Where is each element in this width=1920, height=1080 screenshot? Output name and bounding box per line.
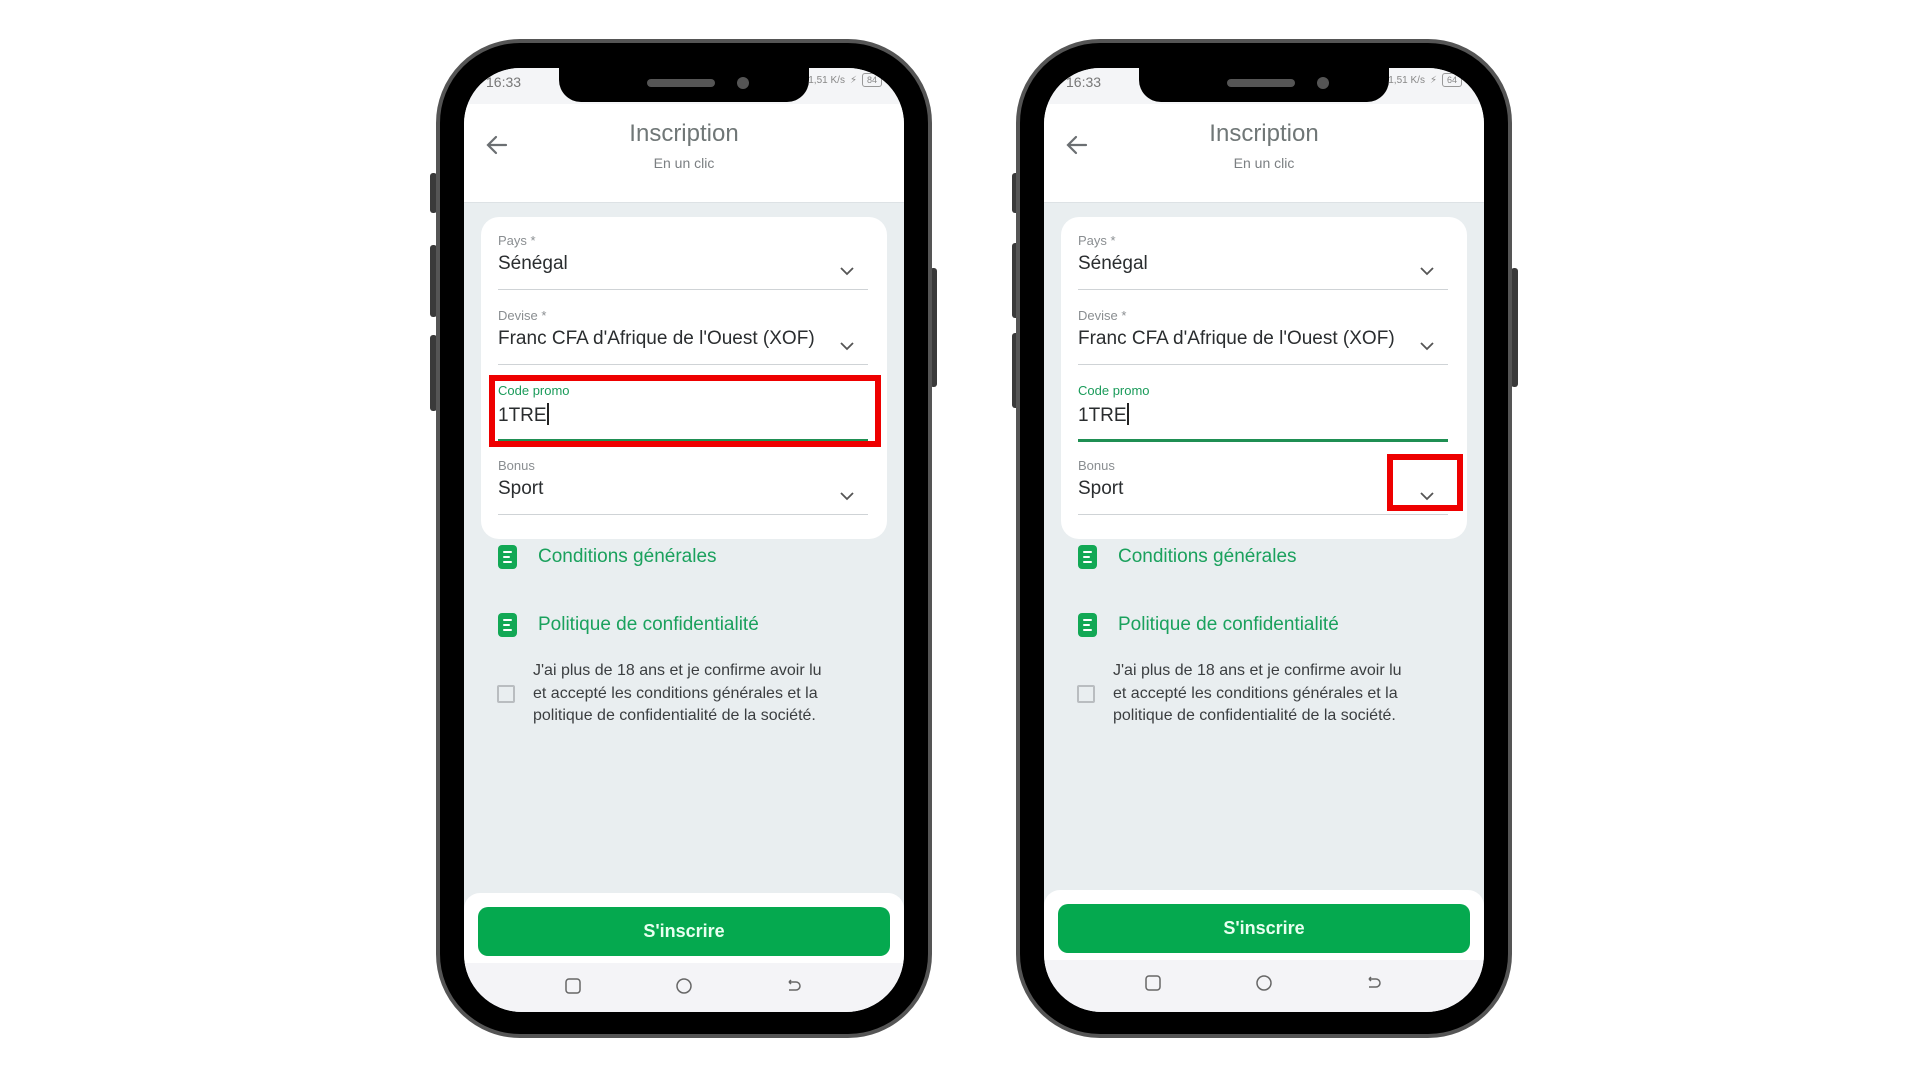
field-underline (1078, 364, 1448, 365)
country-label: Pays * (498, 233, 536, 248)
privacy-link-text[interactable]: Politique de confidentialité (1118, 614, 1339, 636)
charging-icon: ⚡ (1429, 74, 1437, 86)
front-camera (737, 77, 749, 89)
phone-power-button (1511, 268, 1518, 387)
phone-notch (1139, 68, 1389, 102)
currency-select[interactable]: Devise * Franc CFA d'Afrique de l'Ouest … (1078, 308, 1448, 365)
promo-code-label: Code promo (1078, 383, 1150, 398)
charging-icon: ⚡ (849, 74, 857, 86)
field-underline (1078, 514, 1448, 515)
back-nav-icon[interactable] (785, 977, 803, 995)
document-icon (1078, 545, 1097, 569)
field-underline (1078, 289, 1448, 290)
currency-select[interactable]: Devise * Franc CFA d'Afrique de l'Ouest … (498, 308, 868, 365)
red-highlight-box (1387, 454, 1463, 511)
page-subtitle: En un clic (653, 155, 715, 171)
currency-label: Devise * (1078, 308, 1127, 323)
promo-code-value: 1TRE (1078, 403, 1448, 429)
privacy-link-text[interactable]: Politique de confidentialité (538, 614, 759, 636)
page-subtitle: En un clic (1233, 155, 1295, 171)
bonus-select[interactable]: Bonus Sport (498, 458, 868, 515)
country-select[interactable]: Pays * Sénégal (1078, 233, 1448, 290)
status-time: 16:33 (486, 74, 522, 90)
network-speed: 1,51 K/s (1388, 74, 1425, 86)
privacy-link[interactable]: Politique de confidentialité (1078, 613, 1339, 637)
text-cursor (1126, 403, 1129, 425)
terms-link[interactable]: Conditions générales (498, 545, 717, 569)
phone-screen: 16:33 ▮▮ 1,51 K/s ⚡ 84 Inscription En un… (464, 68, 904, 1012)
consent-text: J'ai plus de 18 ans et je confirme avoir… (1113, 662, 1402, 724)
document-icon (498, 545, 517, 569)
currency-value: Franc CFA d'Afrique de l'Ouest (XOF) (1078, 328, 1395, 349)
country-value: Sénégal (1078, 253, 1148, 274)
consent-text: J'ai plus de 18 ans et je confirme avoir… (533, 662, 822, 724)
privacy-link[interactable]: Politique de confidentialité (498, 613, 759, 637)
phone-screen: 16:33 ▮▮ 1,51 K/s ⚡ 64 Inscription En un… (1044, 68, 1484, 1012)
app-header: Inscription En un clic (1044, 104, 1484, 203)
home-icon[interactable] (675, 977, 693, 995)
phone-notch (559, 68, 809, 102)
red-highlight-box (489, 375, 881, 447)
battery-level: 84 (861, 73, 882, 87)
currency-value: Franc CFA d'Afrique de l'Ouest (XOF) (498, 328, 815, 349)
phone-right: 16:33 ▮▮ 1,51 K/s ⚡ 64 Inscription En un… (1012, 39, 1518, 1038)
consent-row: J'ai plus de 18 ans et je confirme avoir… (497, 660, 839, 728)
chevron-down-icon[interactable] (1418, 262, 1436, 280)
page-title: Inscription (629, 120, 739, 147)
document-icon (1078, 613, 1097, 637)
consent-checkbox[interactable] (497, 684, 515, 703)
register-button[interactable]: S'inscrire (1058, 904, 1470, 953)
bonus-value: Sport (498, 478, 544, 499)
bonus-label: Bonus (498, 458, 535, 473)
network-speed: 1,51 K/s (808, 74, 845, 86)
bottom-action-panel: S'inscrire (1044, 890, 1484, 960)
field-underline (498, 289, 868, 290)
home-icon[interactable] (1255, 974, 1273, 992)
chevron-down-icon[interactable] (838, 487, 856, 505)
recent-apps-icon[interactable] (564, 977, 582, 995)
back-nav-icon[interactable] (1365, 974, 1383, 992)
document-icon (498, 613, 517, 637)
field-underline (498, 514, 868, 515)
chevron-down-icon[interactable] (838, 262, 856, 280)
chevron-down-icon[interactable] (1418, 337, 1436, 355)
speaker-grille (1227, 79, 1295, 87)
front-camera (1317, 77, 1329, 89)
register-button[interactable]: S'inscrire (478, 907, 890, 956)
app-header: Inscription En un clic (464, 104, 904, 203)
consent-row: J'ai plus de 18 ans et je confirme avoir… (1077, 660, 1419, 728)
field-underline (498, 364, 868, 365)
terms-link-text[interactable]: Conditions générales (538, 546, 717, 568)
android-nav-bar (1044, 960, 1484, 1012)
speaker-grille (647, 79, 715, 87)
bottom-action-panel: S'inscrire (464, 893, 904, 963)
country-label: Pays * (1078, 233, 1116, 248)
page-title: Inscription (1209, 120, 1319, 147)
currency-label: Devise * (498, 308, 547, 323)
consent-checkbox[interactable] (1077, 684, 1095, 703)
terms-link-text[interactable]: Conditions générales (1118, 546, 1297, 568)
phone-left: 16:33 ▮▮ 1,51 K/s ⚡ 84 Inscription En un… (430, 39, 937, 1038)
recent-apps-icon[interactable] (1144, 974, 1162, 992)
chevron-down-icon[interactable] (838, 337, 856, 355)
country-select[interactable]: Pays * Sénégal (498, 233, 868, 290)
registration-form-card: Pays * Sénégal Devise * Franc CFA d'Afri… (1061, 217, 1467, 539)
promo-code-text: 1TRE (1078, 405, 1127, 426)
android-nav-bar (464, 963, 904, 1012)
country-value: Sénégal (498, 253, 568, 274)
terms-link[interactable]: Conditions générales (1078, 545, 1297, 569)
promo-code-input[interactable]: Code promo 1TRE (1078, 383, 1448, 442)
field-underline-focused (1078, 439, 1448, 442)
status-time: 16:33 (1066, 74, 1102, 90)
battery-level: 64 (1441, 73, 1462, 87)
registration-form-card: Pays * Sénégal Devise * Franc CFA d'Afri… (481, 217, 887, 539)
